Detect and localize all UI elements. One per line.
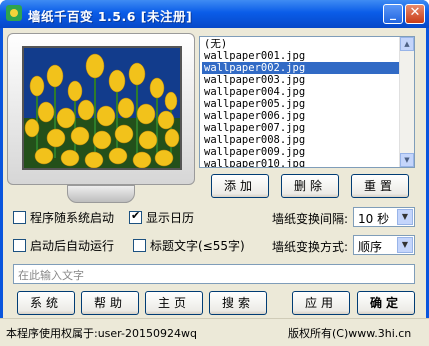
list-item-selected[interactable]: wallpaper002.jpg [202, 62, 400, 74]
title-text-checkbox[interactable] [133, 239, 146, 252]
ok-button[interactable]: 确定 [357, 291, 415, 315]
scroll-up-arrow-icon[interactable]: ▲ [400, 37, 414, 51]
list-item[interactable]: wallpaper007.jpg [202, 122, 400, 134]
close-button[interactable]: ✕ [405, 4, 425, 24]
interval-label: 墙纸变换间隔: [272, 212, 349, 226]
license-owner-text: 本程序使用权属于:user-20150924wq [6, 327, 197, 340]
autorun-checkbox[interactable] [13, 239, 26, 252]
list-item[interactable]: wallpaper005.jpg [202, 98, 400, 110]
search-button[interactable]: 搜索 [209, 291, 267, 315]
minimize-button[interactable]: _ [383, 4, 403, 24]
show-calendar-checkbox[interactable] [129, 209, 142, 224]
wallpaper-preview [7, 33, 195, 203]
monitor-stand [67, 185, 135, 203]
status-bar: 本程序使用权属于:user-20150924wq 版权所有(C)www.3hi.… [0, 318, 429, 346]
reset-button[interactable]: 重置 [351, 174, 409, 198]
autostart-checkbox[interactable] [13, 211, 26, 224]
delete-button[interactable]: 删除 [281, 174, 339, 198]
apply-button[interactable]: 应用 [292, 291, 350, 315]
list-item[interactable]: wallpaper008.jpg [202, 134, 400, 146]
caption-text-input[interactable]: 在此输入文字 [13, 264, 415, 284]
tulip-wallpaper-image [24, 48, 180, 168]
help-button[interactable]: 帮助 [81, 291, 139, 315]
add-button[interactable]: 添加 [211, 174, 269, 198]
mode-value: 顺序 [358, 240, 383, 254]
title-bar[interactable]: 墙纸千百变 1.5.6 [未注册] _ ✕ [0, 0, 429, 28]
list-item[interactable]: (无) [202, 38, 400, 50]
list-scrollbar[interactable]: ▲ ▼ [399, 37, 414, 167]
home-button[interactable]: 主页 [145, 291, 203, 315]
mode-select[interactable]: 顺序 ▼ [353, 235, 415, 255]
client-area: (无) wallpaper001.jpg wallpaper002.jpg wa… [3, 28, 426, 318]
dropdown-arrow-icon[interactable]: ▼ [397, 209, 413, 225]
copyright-text: 版权所有(C)www.3hi.cn [288, 327, 412, 340]
list-item[interactable]: wallpaper003.jpg [202, 74, 400, 86]
list-item[interactable]: wallpaper010.jpg [202, 158, 400, 167]
list-item[interactable]: wallpaper004.jpg [202, 86, 400, 98]
interval-value: 10 秒 [358, 212, 390, 226]
list-item[interactable]: wallpaper009.jpg [202, 146, 400, 158]
dropdown-arrow-icon[interactable]: ▼ [397, 237, 413, 253]
mode-label: 墙纸变换方式: [272, 240, 349, 254]
list-item[interactable]: wallpaper006.jpg [202, 110, 400, 122]
interval-select[interactable]: 10 秒 ▼ [353, 207, 415, 227]
scroll-down-arrow-icon[interactable]: ▼ [400, 153, 414, 167]
window-title: 墙纸千百变 1.5.6 [未注册] [28, 9, 193, 24]
preview-screen [22, 46, 182, 170]
show-calendar-label: 显示日历 [146, 211, 195, 225]
app-window: 墙纸千百变 1.5.6 [未注册] _ ✕ (无) wallpaper001.j… [0, 0, 429, 346]
list-item[interactable]: wallpaper001.jpg [202, 50, 400, 62]
system-button[interactable]: 系统 [17, 291, 75, 315]
monitor-frame [7, 33, 195, 185]
title-text-label: 标题文字(≤55字) [150, 239, 245, 253]
wallpaper-listbox[interactable]: (无) wallpaper001.jpg wallpaper002.jpg wa… [199, 36, 415, 168]
autorun-label: 启动后自动运行 [30, 239, 115, 253]
app-icon [6, 5, 22, 21]
autostart-label: 程序随系统启动 [30, 211, 115, 225]
